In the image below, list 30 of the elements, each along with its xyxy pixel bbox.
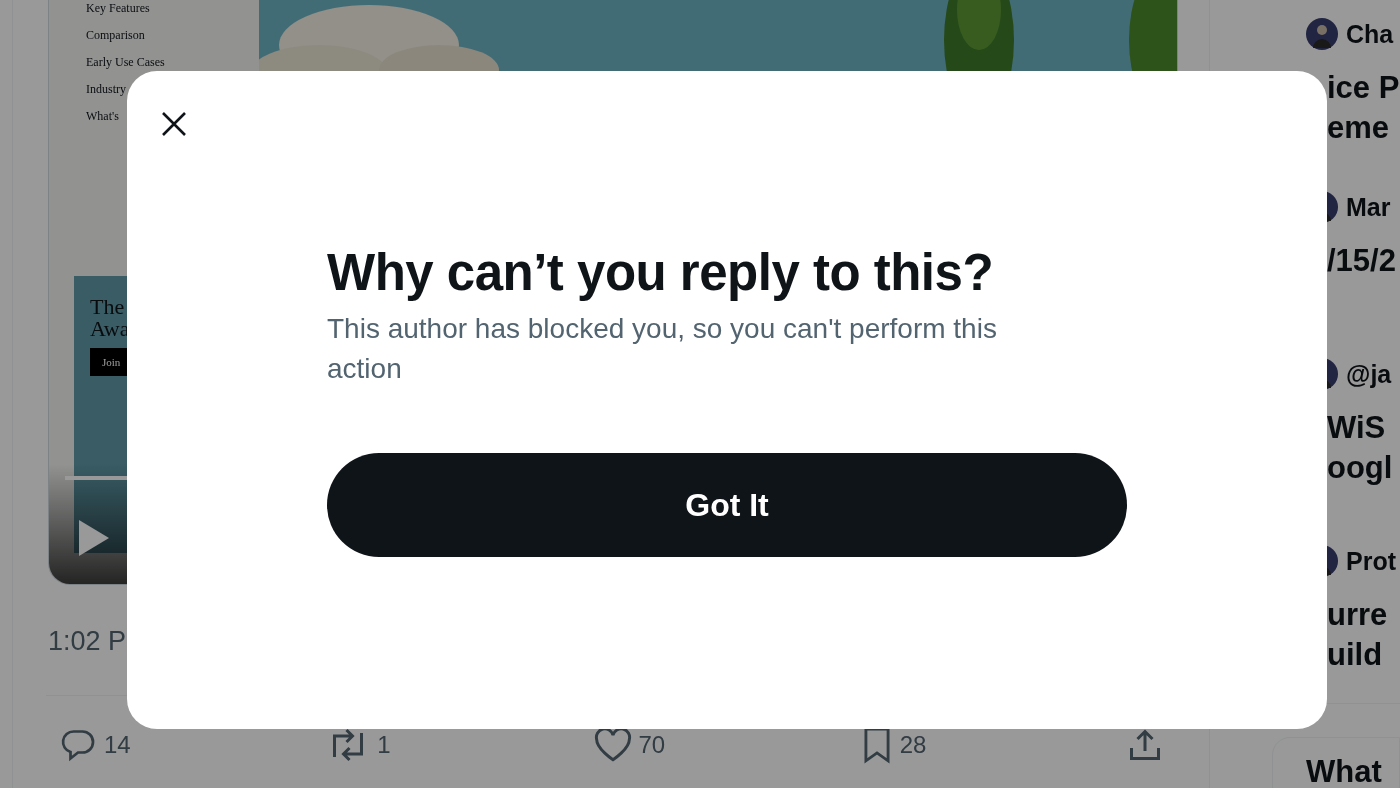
- dialog-title: Why can’t you reply to this?: [327, 243, 995, 303]
- author-name[interactable]: @ja: [1346, 359, 1392, 389]
- author-name[interactable]: Mar: [1346, 192, 1391, 222]
- action-count: 70: [638, 731, 666, 759]
- heart-icon[interactable]: [592, 727, 633, 763]
- post-text: eme: [1327, 109, 1391, 147]
- author-name[interactable]: Prot: [1346, 546, 1396, 576]
- action-count: 28: [899, 731, 927, 759]
- post-text: ice P: [1327, 69, 1400, 107]
- post-text: /15/2: [1327, 242, 1397, 280]
- dialog-message: This author has blocked you, so you can't perform this action: [327, 312, 998, 386]
- close-icon[interactable]: [161, 111, 187, 137]
- nav-link: Early Use Cases: [86, 55, 166, 69]
- author-name[interactable]: Cha: [1346, 19, 1394, 49]
- nav-link: Industry: [86, 82, 127, 96]
- post-text: urre: [1327, 596, 1389, 634]
- nav-link: What's: [86, 109, 120, 123]
- nav-link: Comparison: [86, 28, 146, 42]
- action-count: 14: [104, 731, 131, 759]
- got-it-button[interactable]: Got It: [327, 453, 1127, 557]
- post-text: oogl: [1327, 449, 1394, 487]
- nav-link: Key Features: [86, 1, 151, 15]
- play-icon[interactable]: [79, 520, 109, 556]
- avatar[interactable]: [1306, 18, 1338, 50]
- card-title: What: [1306, 756, 1383, 788]
- action-count: 1: [377, 731, 391, 759]
- thumbnail-title: The: [90, 296, 125, 318]
- share-icon[interactable]: [1127, 727, 1163, 763]
- post-text: WiS: [1327, 409, 1387, 447]
- post-text: uild: [1327, 636, 1384, 674]
